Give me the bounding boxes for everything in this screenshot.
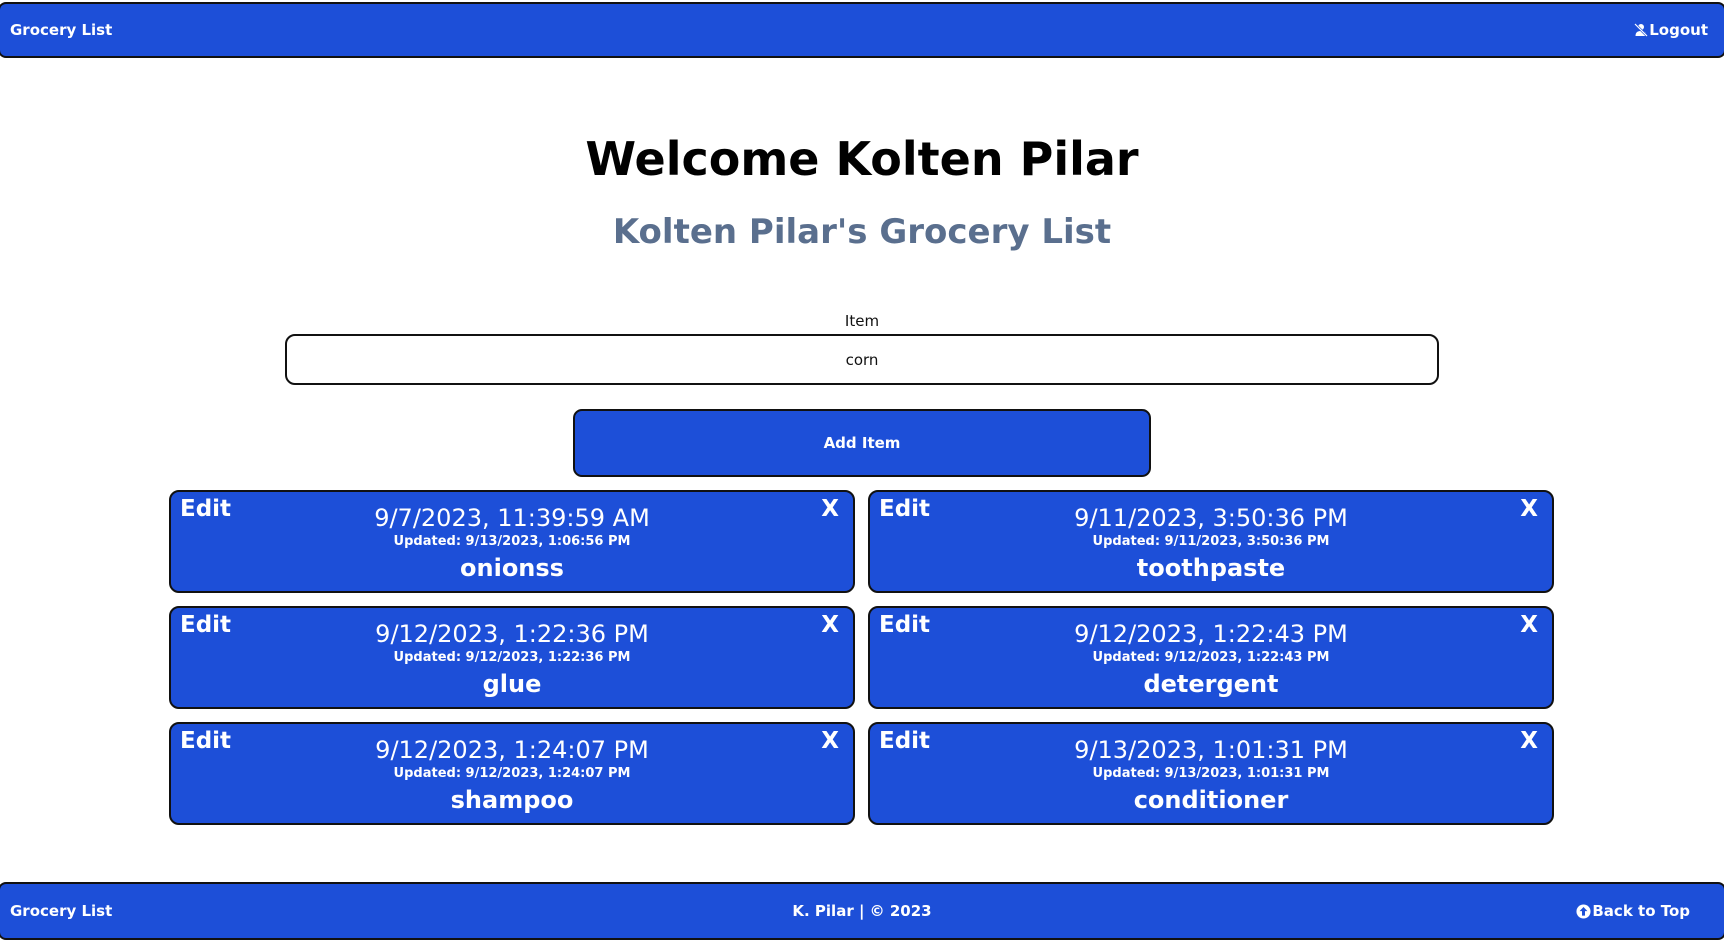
grocery-item-card: Edit 9/7/2023, 11:39:59 AM Updated: 9/13… bbox=[169, 490, 855, 593]
item-name: conditioner bbox=[1133, 786, 1289, 814]
item-name: shampoo bbox=[450, 786, 574, 814]
created-timestamp: 9/7/2023, 11:39:59 AM bbox=[374, 504, 650, 532]
created-timestamp: 9/12/2023, 1:22:43 PM bbox=[1074, 620, 1348, 648]
back-to-top-label: Back to Top bbox=[1592, 902, 1690, 920]
navbar-brand[interactable]: Grocery List bbox=[10, 21, 112, 39]
back-to-top-link[interactable]: Back to Top bbox=[1576, 902, 1690, 920]
page-subtitle: Kolten Pilar's Grocery List bbox=[612, 212, 1112, 252]
delete-button[interactable]: X bbox=[821, 496, 839, 522]
delete-button[interactable]: X bbox=[1520, 728, 1538, 754]
updated-timestamp: Updated: 9/13/2023, 1:01:31 PM bbox=[1092, 766, 1330, 781]
updated-timestamp: Updated: 9/12/2023, 1:22:43 PM bbox=[1092, 650, 1330, 665]
updated-timestamp: Updated: 9/11/2023, 3:50:36 PM bbox=[1092, 534, 1330, 549]
copyright-text: K. Pilar | © 2023 bbox=[792, 902, 932, 920]
footer-navbar: Grocery List K. Pilar | © 2023 Back to T… bbox=[0, 882, 1724, 940]
item-name: toothpaste bbox=[1136, 554, 1286, 582]
created-timestamp: 9/12/2023, 1:22:36 PM bbox=[375, 620, 649, 648]
delete-button[interactable]: X bbox=[1520, 496, 1538, 522]
grocery-item-card: Edit 9/12/2023, 1:22:36 PM Updated: 9/12… bbox=[169, 606, 855, 709]
item-label: Item bbox=[844, 312, 880, 330]
grocery-item-card: Edit 9/11/2023, 3:50:36 PM Updated: 9/11… bbox=[868, 490, 1554, 593]
item-name: onionss bbox=[460, 554, 564, 582]
grocery-item-card: Edit 9/13/2023, 1:01:31 PM Updated: 9/13… bbox=[868, 722, 1554, 825]
delete-button[interactable]: X bbox=[821, 728, 839, 754]
updated-timestamp: Updated: 9/12/2023, 1:22:36 PM bbox=[393, 650, 631, 665]
logout-label: Logout bbox=[1649, 21, 1708, 39]
footer-brand[interactable]: Grocery List bbox=[10, 902, 112, 920]
grocery-item-card: Edit 9/12/2023, 1:24:07 PM Updated: 9/12… bbox=[169, 722, 855, 825]
item-name: detergent bbox=[1143, 670, 1279, 698]
page-title: Welcome Kolten Pilar bbox=[585, 132, 1139, 186]
updated-timestamp: Updated: 9/13/2023, 1:06:56 PM bbox=[393, 534, 631, 549]
item-input[interactable] bbox=[285, 334, 1439, 385]
user-slash-icon bbox=[1634, 23, 1649, 37]
delete-button[interactable]: X bbox=[1520, 612, 1538, 638]
top-navbar: Grocery List Logout bbox=[0, 2, 1724, 58]
grocery-item-card: Edit 9/12/2023, 1:22:43 PM Updated: 9/12… bbox=[868, 606, 1554, 709]
created-timestamp: 9/11/2023, 3:50:36 PM bbox=[1074, 504, 1348, 532]
arrow-circle-up-icon bbox=[1576, 903, 1591, 919]
created-timestamp: 9/12/2023, 1:24:07 PM bbox=[375, 736, 649, 764]
logout-link[interactable]: Logout bbox=[1634, 21, 1708, 39]
add-item-button[interactable]: Add Item bbox=[573, 409, 1151, 477]
created-timestamp: 9/13/2023, 1:01:31 PM bbox=[1074, 736, 1348, 764]
item-name: glue bbox=[482, 670, 542, 698]
delete-button[interactable]: X bbox=[821, 612, 839, 638]
updated-timestamp: Updated: 9/12/2023, 1:24:07 PM bbox=[393, 766, 631, 781]
